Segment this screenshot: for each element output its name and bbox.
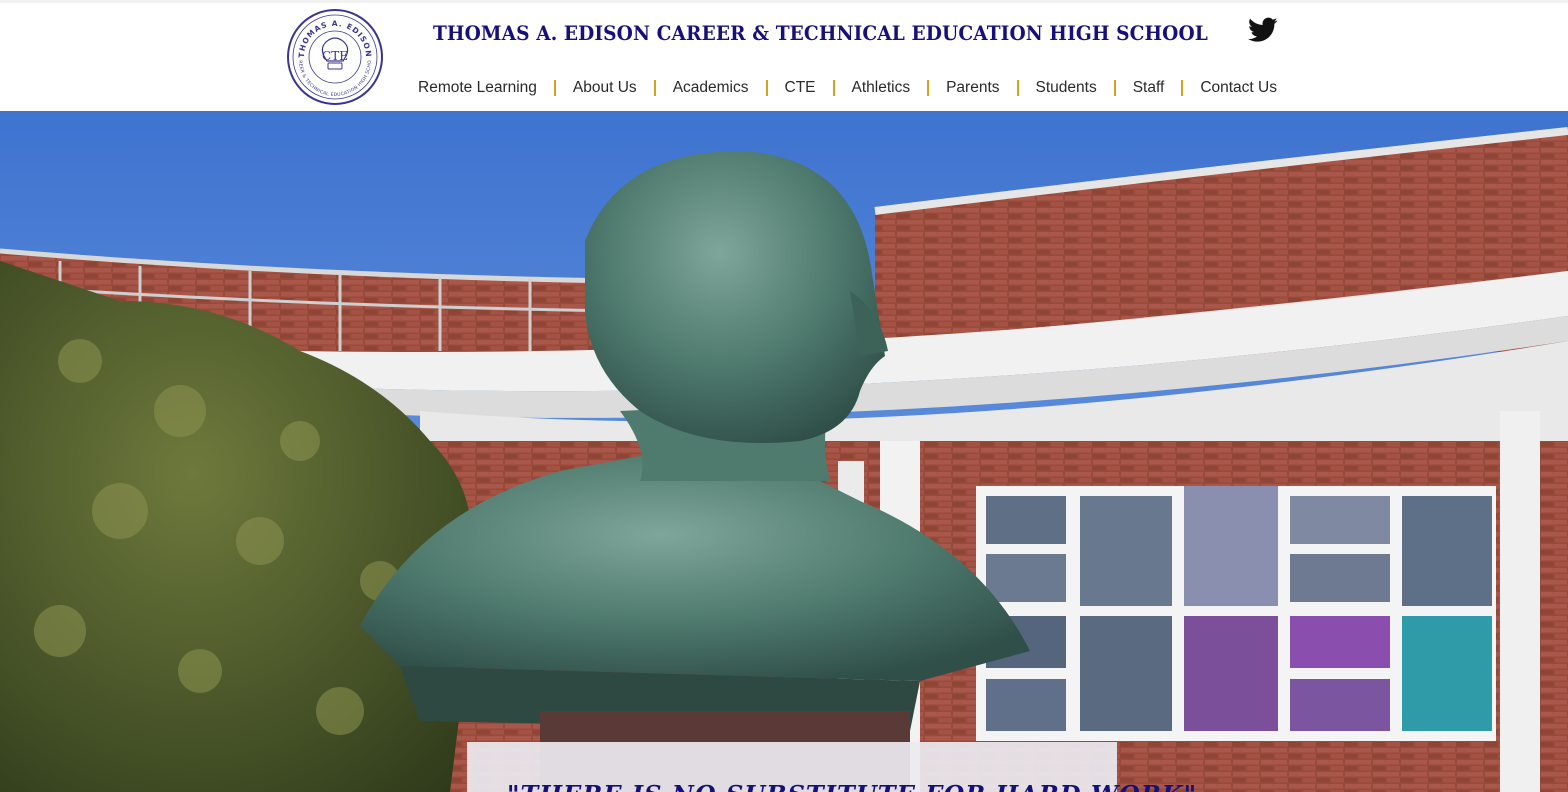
logo-initials: CTE xyxy=(322,49,348,63)
nav-students[interactable]: Students xyxy=(1036,79,1097,97)
nav-separator xyxy=(1016,80,1019,96)
main-nav: Remote Learning About Us Academics CTE A… xyxy=(418,77,1277,99)
quote-box: "THERE IS NO SUBSTITUTE FOR HARD WORK" xyxy=(467,742,1196,792)
nav-remote-learning[interactable]: Remote Learning xyxy=(418,79,537,97)
nav-separator xyxy=(832,80,835,96)
hero-quote: "THERE IS NO SUBSTITUTE FOR HARD WORK" xyxy=(507,780,1197,792)
nav-separator xyxy=(1113,80,1116,96)
nav-contact-us[interactable]: Contact Us xyxy=(1200,79,1277,97)
site-header: THOMAS A. EDISON CAREER & TECHNICAL EDUC… xyxy=(0,3,1568,111)
nav-athletics[interactable]: Athletics xyxy=(852,79,911,97)
nav-cte[interactable]: CTE xyxy=(785,79,816,97)
nav-separator xyxy=(653,80,656,96)
hero-banner: "THERE IS NO SUBSTITUTE FOR HARD WORK" xyxy=(0,111,1568,792)
nav-separator xyxy=(553,80,556,96)
nav-parents[interactable]: Parents xyxy=(946,79,999,97)
nav-separator xyxy=(1181,80,1184,96)
school-logo[interactable]: THOMAS A. EDISON CAREER & TECHNICAL EDUC… xyxy=(286,8,384,106)
nav-staff[interactable]: Staff xyxy=(1133,79,1165,97)
nav-separator xyxy=(765,80,768,96)
nav-separator xyxy=(927,80,930,96)
site-title[interactable]: THOMAS A. EDISON CAREER & TECHNICAL EDUC… xyxy=(433,21,1208,45)
hero-photo xyxy=(0,111,1568,792)
twitter-icon[interactable] xyxy=(1248,17,1278,43)
nav-academics[interactable]: Academics xyxy=(673,79,749,97)
nav-about-us[interactable]: About Us xyxy=(573,79,637,97)
